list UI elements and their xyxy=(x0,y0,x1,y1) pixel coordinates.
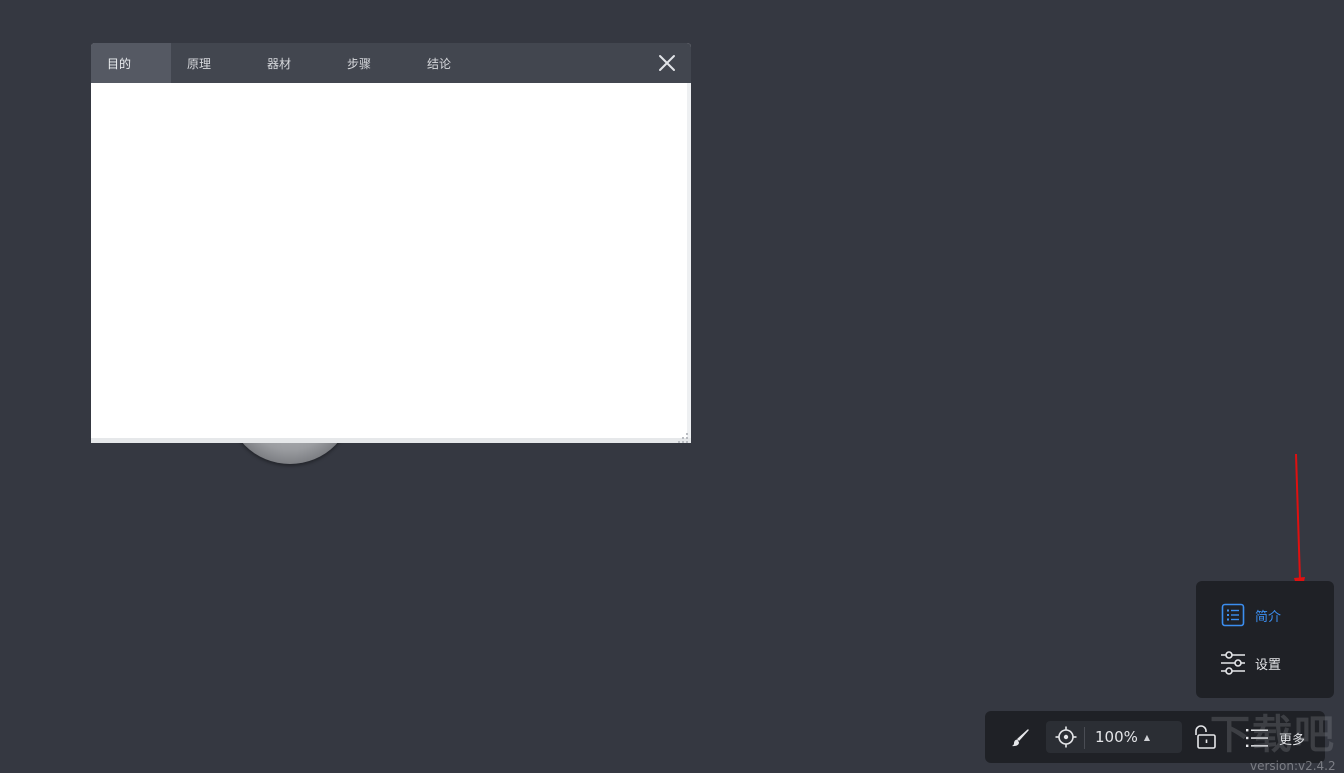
brush-icon[interactable] xyxy=(1007,725,1033,751)
annotation-arrow-icon xyxy=(1294,453,1305,598)
zoom-value: 100% xyxy=(1095,728,1138,746)
list-doc-icon xyxy=(1220,602,1246,628)
panel-tab-bar: 目的 原理 器材 步骤 结论 xyxy=(91,43,691,83)
crosshair-icon[interactable] xyxy=(1053,724,1079,750)
bottom-toolbar: 100% ▲ 更多 xyxy=(985,711,1325,763)
zoom-dropdown[interactable]: 100% ▲ xyxy=(1095,725,1150,749)
tab-principle[interactable]: 原理 xyxy=(171,43,251,83)
menu-icon xyxy=(1246,729,1268,747)
tab-conclusion[interactable]: 结论 xyxy=(411,43,491,83)
more-menu-popup: 简介 设置 xyxy=(1196,581,1334,698)
sliders-icon xyxy=(1220,650,1246,676)
close-icon[interactable] xyxy=(657,53,677,73)
info-panel: 目的 原理 器材 步骤 结论 xyxy=(91,43,691,443)
more-button[interactable]: 更多 xyxy=(1245,725,1305,751)
tab-purpose[interactable]: 目的 xyxy=(91,43,171,83)
caret-up-icon: ▲ xyxy=(1143,732,1151,742)
toolbar-divider xyxy=(1084,727,1085,749)
unlock-icon[interactable] xyxy=(1193,724,1219,750)
tab-steps[interactable]: 步骤 xyxy=(331,43,411,83)
resize-grip-icon[interactable] xyxy=(677,429,689,443)
panel-content xyxy=(91,83,691,443)
horizontal-scrollbar[interactable] xyxy=(91,438,691,443)
menu-item-label: 设置 xyxy=(1255,657,1282,673)
menu-item-label: 简介 xyxy=(1255,609,1282,625)
more-label: 更多 xyxy=(1279,732,1306,748)
menu-item-settings[interactable]: 设置 xyxy=(1220,650,1281,676)
menu-item-intro[interactable]: 简介 xyxy=(1220,602,1281,628)
vertical-scrollbar[interactable] xyxy=(687,83,691,439)
tab-equipment[interactable]: 器材 xyxy=(251,43,331,83)
